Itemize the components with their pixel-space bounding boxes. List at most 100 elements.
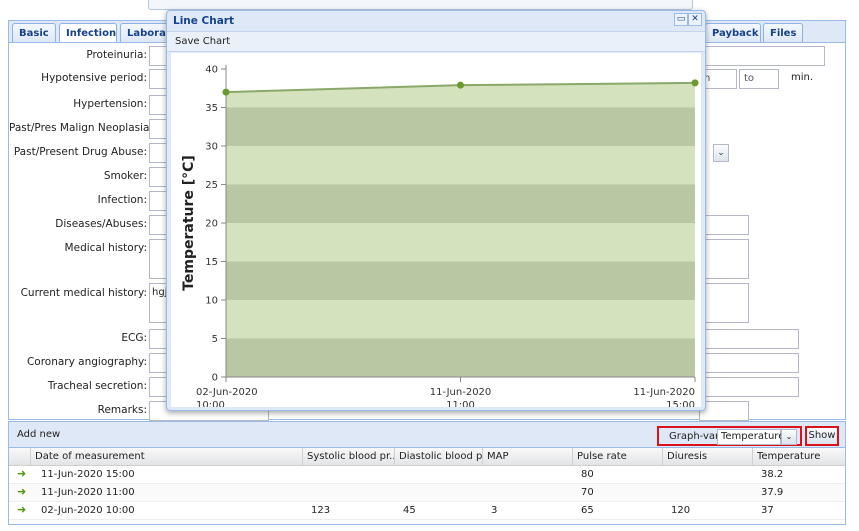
graph-var-select[interactable]: Temperature <box>717 429 784 445</box>
data-point <box>222 88 230 96</box>
label-diseases-abuses: Diseases/Abuses: <box>55 218 147 230</box>
y-tick-label: 20 <box>205 219 218 230</box>
chart-window-title: Line Chart <box>173 15 235 27</box>
y-tick-label: 25 <box>205 180 218 191</box>
x-tick-label: 11:00 <box>446 400 475 407</box>
label-infection: Infection: <box>97 194 147 206</box>
grid-band <box>226 261 695 300</box>
label-smoker: Smoker: <box>103 170 147 182</box>
tab-laboratory[interactable]: Laborato <box>120 23 170 43</box>
data-point <box>691 79 699 87</box>
chart-area: 0 5 10 15 20 25 30 35 40 Temperature [°C] 02-Jun-2… <box>171 53 701 411</box>
measurements-grid: Add new Graph-var.: Temperature ⌄ Show D… <box>8 421 846 525</box>
grid-band <box>226 223 695 262</box>
chevron-down-icon: ⌄ <box>785 432 793 441</box>
cell-diastolic <box>399 466 483 484</box>
cell-date: 02-Jun-2020 10:00 <box>41 505 135 516</box>
grid-band <box>226 338 695 377</box>
proteinuria-right-field[interactable] <box>699 46 825 66</box>
y-tick-label: 15 <box>205 257 218 268</box>
tab-payback[interactable]: Payback <box>705 23 761 43</box>
col-systolic[interactable]: Systolic blood pr... <box>303 448 395 466</box>
y-axis-title: Temperature [°C] <box>181 155 197 291</box>
hypotensive-to-field[interactable]: to <box>739 69 779 89</box>
cell-date: 11-Jun-2020 15:00 <box>41 469 135 480</box>
save-chart-button[interactable]: Save Chart <box>175 36 230 47</box>
grid-header: Date of measurement Systolic blood pr...… <box>9 448 845 466</box>
background-window-edge <box>148 0 693 10</box>
col-pulse-rate[interactable]: Pulse rate <box>573 448 663 466</box>
cell-diuresis <box>667 466 753 484</box>
diseases-right-field[interactable] <box>699 215 749 235</box>
ecg-right-field[interactable] <box>699 329 799 349</box>
label-ecg: ECG: <box>121 332 147 344</box>
current-history-right-field[interactable] <box>699 283 749 323</box>
drug-abuse-dropdown-button[interactable]: ⌄ <box>713 144 729 162</box>
chart-window-header[interactable]: Line Chart ▭ ✕ <box>167 11 705 31</box>
cell-temperature: 38.2 <box>761 469 784 480</box>
x-tick-label: 11-Jun-2020 <box>633 387 695 398</box>
label-malign-neoplasia: Past/Pres Malign Neoplasia: <box>9 122 154 134</box>
remarks-right-field[interactable] <box>699 401 749 421</box>
cell-pulse-rate: 65 <box>581 505 594 516</box>
grid-header-spacer <box>9 448 31 466</box>
graph-var-group: Graph-var.: Temperature ⌄ <box>657 426 802 446</box>
cell-date: 11-Jun-2020 11:00 <box>41 487 135 498</box>
green-arrow-icon: ➜ <box>17 485 27 498</box>
cell-pulse-rate: 70 <box>581 487 594 498</box>
tracheal-right-field[interactable] <box>699 377 799 397</box>
grid-band <box>226 146 695 185</box>
hypotensive-unit: min. <box>791 72 814 83</box>
table-row[interactable]: ➜ 02-Jun-2020 10:00 123 45 3 65 120 37 <box>9 502 845 520</box>
add-new-button[interactable]: Add new <box>17 429 60 440</box>
coronary-right-field[interactable] <box>699 353 799 373</box>
y-tick-label: 35 <box>205 103 218 114</box>
grid-band <box>226 300 695 339</box>
table-row[interactable]: ➜ 11-Jun-2020 15:00 80 38.2 <box>9 466 845 484</box>
graph-var-dropdown-button[interactable]: ⌄ <box>781 429 797 445</box>
tab-infection[interactable]: Infection <box>59 23 117 44</box>
label-coronary-angiography: Coronary angiography: <box>26 356 147 368</box>
cell-diastolic <box>399 484 483 502</box>
cell-temperature: 37 <box>761 505 774 516</box>
x-tick-label: 15:00 <box>666 400 695 407</box>
x-tick-label: 11-Jun-2020 <box>430 387 492 398</box>
temperature-chart: 0 5 10 15 20 25 30 35 40 Temperature [°C] 02-Jun-2… <box>181 65 699 411</box>
cell-temperature: 37.9 <box>761 487 784 498</box>
area-fill <box>226 82 695 377</box>
label-hypotensive-period: Hypotensive period: <box>41 72 147 84</box>
label-hypertension: Hypertension: <box>73 98 147 110</box>
y-tick-label: 5 <box>212 334 218 345</box>
label-drug-abuse: Past/Present Drug Abuse: <box>13 146 147 158</box>
line-chart-window[interactable]: Line Chart ▭ ✕ Save Chart 0 5 10 15 20 25 30 35… <box>166 10 706 411</box>
tab-files[interactable]: Files <box>763 23 803 43</box>
x-tick-label: 02-Jun-2020 <box>196 387 258 398</box>
cell-systolic <box>307 466 395 484</box>
table-row[interactable]: ➜ 11-Jun-2020 11:00 70 37.9 <box>9 484 845 502</box>
col-diastolic[interactable]: Diastolic blood pr... <box>395 448 483 466</box>
label-remarks: Remarks: <box>97 404 147 416</box>
cell-map <box>487 484 573 502</box>
label-current-medical-history: Current medical history: <box>20 287 147 299</box>
green-arrow-icon: ➜ <box>17 467 27 480</box>
close-icon[interactable]: ✕ <box>688 13 702 26</box>
show-button[interactable]: Show <box>805 426 839 446</box>
y-tick-label: 10 <box>205 296 218 307</box>
cell-map <box>487 466 573 484</box>
y-tick-label: 0 <box>212 373 218 384</box>
grid-band <box>226 107 695 146</box>
col-date[interactable]: Date of measurement <box>31 448 303 466</box>
tab-basic[interactable]: Basic <box>12 23 56 43</box>
y-tick-label: 40 <box>205 65 218 76</box>
col-temperature[interactable]: Temperature <box>753 448 845 466</box>
medical-history-right-field[interactable] <box>699 239 749 279</box>
col-map[interactable]: MAP <box>483 448 573 466</box>
cell-map: 3 <box>491 505 498 516</box>
cell-diastolic: 45 <box>403 505 416 516</box>
grid-toolbar: Add new Graph-var.: Temperature ⌄ Show <box>9 422 845 448</box>
col-diuresis[interactable]: Diuresis <box>663 448 753 466</box>
cell-diuresis: 120 <box>671 505 691 516</box>
label-proteinuria: Proteinuria: <box>86 49 147 61</box>
minimize-icon[interactable]: ▭ <box>674 13 688 26</box>
chart-toolbar: Save Chart <box>167 31 705 52</box>
